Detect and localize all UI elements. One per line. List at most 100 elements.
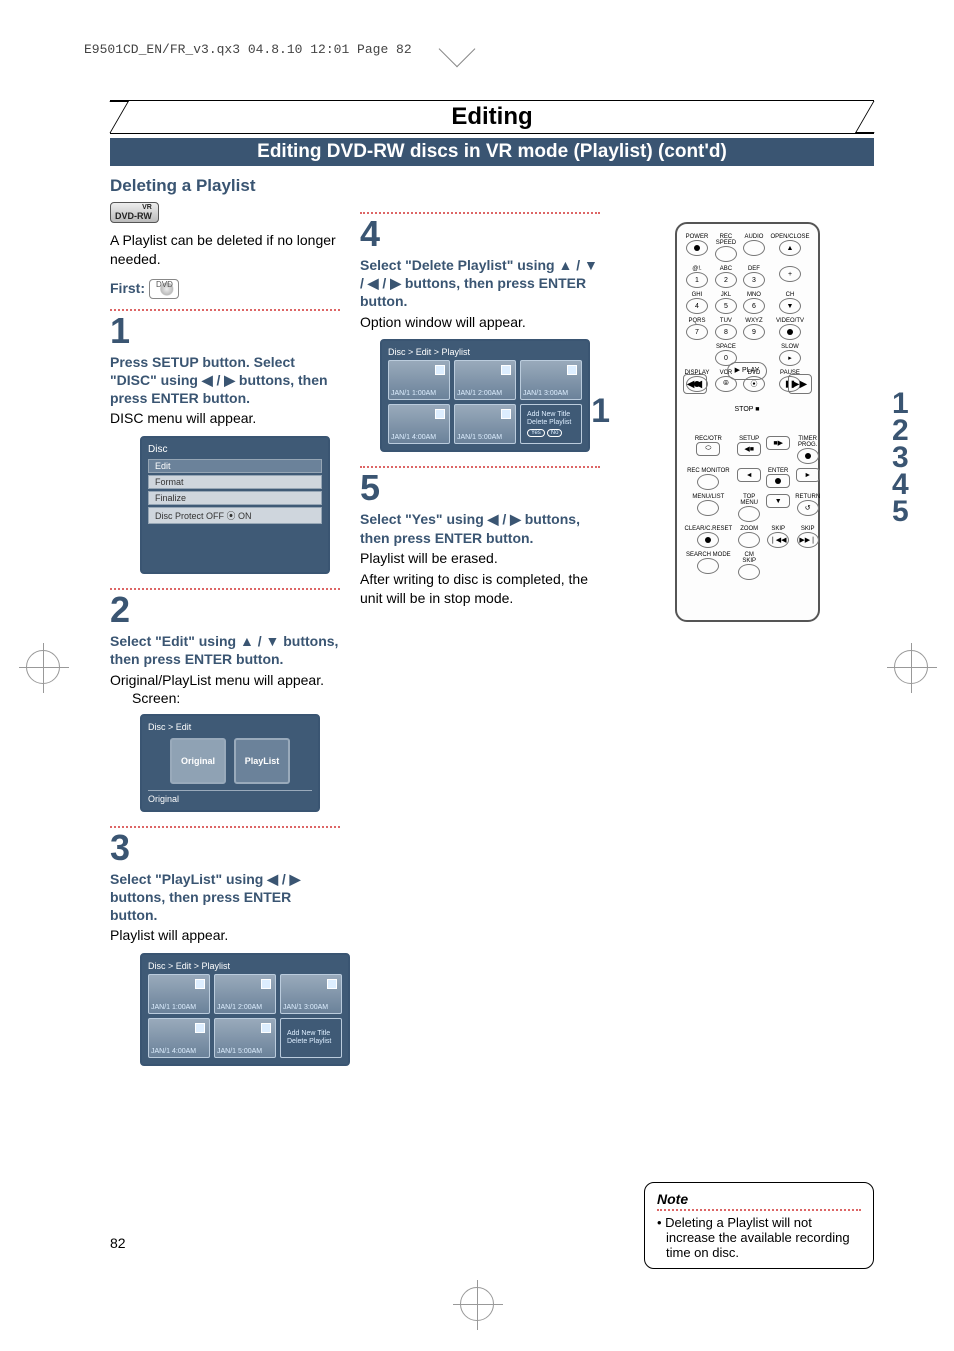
playlist-thumb: JAN/1 5:00AM bbox=[454, 404, 516, 444]
edit-menu-screenshot: Disc > Edit Original PlayList Original bbox=[140, 714, 320, 812]
screen-label: Screen: bbox=[132, 690, 340, 706]
timer-prog-button bbox=[797, 448, 819, 464]
open-close-button: ▲ bbox=[779, 240, 801, 256]
nav-right-button: ■▶ bbox=[766, 436, 790, 450]
stop-label: STOP ■ bbox=[735, 406, 760, 413]
subtitle-bar: Editing DVD-RW discs in VR mode (Playlis… bbox=[110, 138, 874, 166]
playlist-side-menu: Add New Title Delete Playlist bbox=[280, 1018, 342, 1058]
note-title: Note bbox=[657, 1191, 861, 1207]
ch-up-button: + bbox=[779, 266, 801, 282]
step-2-number: 2 bbox=[110, 592, 340, 628]
num-2-button: 2 bbox=[715, 272, 737, 288]
step-5-result2: After writing to disc is completed, the … bbox=[360, 570, 600, 608]
step-2-result: Original/PlayList menu will appear. bbox=[110, 671, 340, 690]
step-4-result: Option window will appear. bbox=[360, 313, 600, 332]
playlist-thumb: JAN/1 3:00AM bbox=[520, 360, 582, 400]
setup-button: ◀■ bbox=[737, 442, 761, 456]
num-1-button: 1 bbox=[686, 272, 708, 288]
step-1-result: DISC menu will appear. bbox=[110, 409, 340, 428]
enter-button bbox=[766, 474, 790, 488]
nav-right2-button: ► bbox=[796, 468, 820, 482]
audio-button bbox=[743, 240, 765, 256]
search-mode-button bbox=[697, 558, 719, 574]
rewind-button: ◀◀ bbox=[683, 374, 707, 394]
step-separator bbox=[110, 826, 340, 828]
num-5-button: 5 bbox=[715, 298, 737, 314]
note-text: • Deleting a Playlist will not increase … bbox=[657, 1215, 861, 1260]
power-button bbox=[686, 240, 708, 256]
disc-menu-screenshot: Disc Edit Format Finalize Disc Protect O… bbox=[140, 436, 330, 574]
step-1-instruction: Press SETUP button. Select "DISC" using … bbox=[110, 353, 340, 408]
left-column: VR DVD-RW A Playlist can be deleted if n… bbox=[110, 202, 340, 1080]
section-heading: Deleting a Playlist bbox=[110, 176, 874, 196]
step-5-instruction: Select "Yes" using ◀ / ▶ buttons, then p… bbox=[360, 510, 600, 546]
rec-otr-button: ⬭ bbox=[696, 442, 720, 456]
step-separator bbox=[360, 212, 600, 214]
disc-menu-row: Format bbox=[148, 475, 322, 489]
disc-menu-row: Disc Protect OFF ⦿ ON bbox=[148, 507, 322, 524]
step-2-instruction: Select "Edit" using ▲ / ▼ buttons, then … bbox=[110, 632, 340, 668]
skip-fwd-button: ▶▶❘ bbox=[797, 532, 819, 548]
middle-column: 4 Select "Delete Playlist" using ▲ / ▼ /… bbox=[360, 202, 600, 608]
fast-forward-button: ▶▶ bbox=[788, 374, 812, 394]
note-box: Note • Deleting a Playlist will not incr… bbox=[644, 1182, 874, 1269]
num-9-button: 9 bbox=[743, 324, 765, 340]
nav-left-button: ◄ bbox=[737, 468, 761, 482]
rec-speed-button bbox=[715, 246, 737, 262]
page-number: 82 bbox=[110, 1235, 126, 1251]
ch-down-button: ▼ bbox=[779, 298, 801, 314]
dvd-rw-badge: VR DVD-RW bbox=[110, 202, 159, 223]
playlist-thumb: JAN/1 1:00AM bbox=[148, 974, 210, 1014]
video-tv-button bbox=[779, 324, 801, 340]
playlist-thumb: JAN/1 4:00AM bbox=[388, 404, 450, 444]
page-title: Editing bbox=[110, 100, 874, 134]
right-column: 1 1 2 3 4 5 POWER REC SPEED bbox=[620, 202, 874, 1269]
playlist-delete-screenshot: Disc > Edit > Playlist JAN/1 1:00AM JAN/… bbox=[380, 339, 590, 452]
playlist-side-menu: Add New Title Delete Playlist Yes No bbox=[520, 404, 582, 444]
playlist-thumb: JAN/1 4:00AM bbox=[148, 1018, 210, 1058]
return-button: ↺ bbox=[797, 500, 819, 516]
disc-icon: DVD bbox=[149, 279, 179, 299]
playlist-menu-screenshot: Disc > Edit > Playlist JAN/1 1:00AM JAN/… bbox=[140, 953, 350, 1066]
remote-left-callout: 1 bbox=[591, 392, 610, 431]
step-3-result: Playlist will appear. bbox=[110, 926, 340, 945]
step-separator bbox=[360, 466, 600, 468]
num-7-button: 7 bbox=[686, 324, 708, 340]
remote-right-callouts: 1 2 3 4 5 bbox=[892, 390, 909, 525]
remote-diagram: POWER REC SPEED AUDIO OPEN/CLOSE▲ @!.1 A… bbox=[675, 222, 820, 622]
num-6-button: 6 bbox=[743, 298, 765, 314]
step-4-instruction: Select "Delete Playlist" using ▲ / ▼ / ◀… bbox=[360, 256, 600, 311]
slow-button: ▸ bbox=[779, 350, 801, 366]
step-separator bbox=[110, 309, 340, 311]
playlist-thumb: JAN/1 3:00AM bbox=[280, 974, 342, 1014]
playlist-thumb: JAN/1 1:00AM bbox=[388, 360, 450, 400]
step-1-number: 1 bbox=[110, 313, 340, 349]
disc-menu-row: Finalize bbox=[148, 491, 322, 505]
step-4-number: 4 bbox=[360, 216, 600, 252]
nav-down-button: ▼ bbox=[766, 494, 790, 508]
num-8-button: 8 bbox=[715, 324, 737, 340]
playlist-thumb: JAN/1 2:00AM bbox=[214, 974, 276, 1014]
remote-wrap: 1 1 2 3 4 5 POWER REC SPEED bbox=[620, 222, 874, 622]
step-5-result1: Playlist will be erased. bbox=[360, 549, 600, 568]
menu-list-button bbox=[697, 500, 719, 516]
step-3-instruction: Select "PlayList" using ◀ / ▶ buttons, t… bbox=[110, 870, 340, 925]
step-5-number: 5 bbox=[360, 470, 600, 506]
cm-skip-button bbox=[738, 564, 760, 580]
playlist-thumb: JAN/1 2:00AM bbox=[454, 360, 516, 400]
first-row: First: DVD bbox=[110, 279, 340, 299]
playlist-thumbnail: PlayList bbox=[234, 738, 290, 784]
playlist-thumb: JAN/1 5:00AM bbox=[214, 1018, 276, 1058]
original-thumbnail: Original bbox=[170, 738, 226, 784]
top-menu-button bbox=[738, 506, 760, 522]
clear-reset-button bbox=[697, 532, 719, 548]
num-4-button: 4 bbox=[686, 298, 708, 314]
skip-back-button: ❘◀◀ bbox=[767, 532, 789, 548]
intro-text: A Playlist can be deleted if no longer n… bbox=[110, 231, 340, 269]
play-button: ▶ PLAY bbox=[727, 362, 767, 380]
rec-monitor-button bbox=[697, 474, 719, 490]
first-label: First: bbox=[110, 280, 145, 296]
zoom-button bbox=[738, 532, 760, 548]
step-separator bbox=[110, 588, 340, 590]
num-3-button: 3 bbox=[743, 272, 765, 288]
